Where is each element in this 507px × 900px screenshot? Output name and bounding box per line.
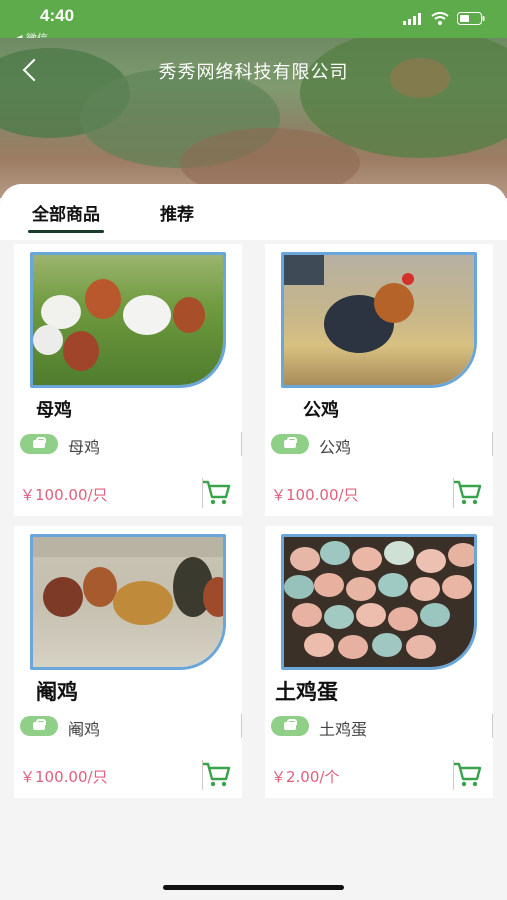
- status-bar: 4:40 ◀ 微信: [0, 0, 507, 45]
- home-indicator[interactable]: [163, 885, 344, 890]
- shop-bag-icon: [271, 716, 309, 736]
- page-title: 秀秀网络科技有限公司: [158, 62, 349, 83]
- product-price: ￥2.00/个: [271, 768, 340, 786]
- product-photo: [281, 252, 477, 388]
- header-banner: 秀秀网络科技有限公司: [0, 38, 507, 198]
- wifi-icon: [431, 12, 449, 25]
- product-card[interactable]: 母鸡 母鸡 ￥100.00/只: [14, 244, 242, 516]
- product-card[interactable]: 公鸡 公鸡 ￥100.00/只: [265, 244, 493, 516]
- product-photo: [281, 534, 477, 670]
- product-category-row: 母鸡: [14, 430, 242, 460]
- tab-recommended[interactable]: 推荐: [160, 200, 194, 225]
- product-card[interactable]: 阉鸡 阉鸡 ￥100.00/只: [14, 526, 242, 798]
- shop-bag-icon: [20, 434, 58, 454]
- product-category-row: 阉鸡: [14, 712, 242, 742]
- battery-icon: [457, 12, 485, 25]
- tab-bar: 全部商品 推荐: [0, 184, 507, 240]
- product-price: ￥100.00/只: [20, 768, 108, 786]
- product-name: 土鸡蛋: [275, 680, 338, 704]
- product-photo: [30, 534, 226, 670]
- cart-icon[interactable]: [200, 758, 232, 790]
- product-category-label: 土鸡蛋: [319, 720, 368, 739]
- product-category-label: 公鸡: [319, 438, 352, 457]
- product-category-row: 土鸡蛋: [265, 712, 493, 742]
- cellular-icon: [403, 12, 421, 25]
- product-category-label: 阉鸡: [68, 720, 101, 739]
- product-photo: [30, 252, 226, 388]
- product-name: 母鸡: [36, 400, 72, 421]
- status-time: 4:40: [40, 6, 75, 25]
- cart-icon[interactable]: [200, 476, 232, 508]
- shop-bag-icon: [20, 716, 58, 736]
- cart-icon[interactable]: [451, 476, 483, 508]
- tab-all-products[interactable]: 全部商品: [28, 200, 104, 233]
- product-category-label: 母鸡: [68, 438, 101, 457]
- product-category-row: 公鸡: [265, 430, 493, 460]
- product-name: 公鸡: [303, 400, 339, 421]
- product-name: 阉鸡: [36, 680, 78, 704]
- product-price: ￥100.00/只: [271, 486, 359, 504]
- product-card[interactable]: 土鸡蛋 土鸡蛋 ￥2.00/个: [265, 526, 493, 798]
- product-price: ￥100.00/只: [20, 486, 108, 504]
- shop-bag-icon: [271, 434, 309, 454]
- cart-icon[interactable]: [451, 758, 483, 790]
